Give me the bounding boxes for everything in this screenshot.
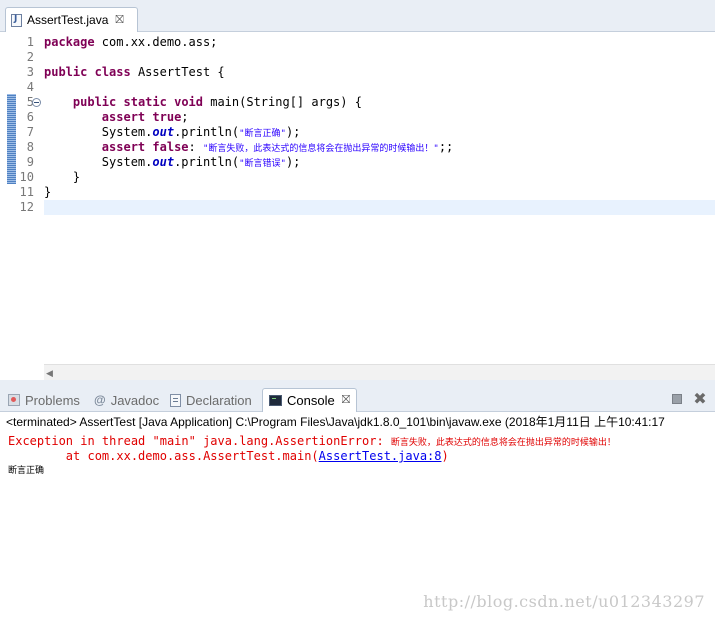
code-line-8: assert false: "断言失败，此表达式的信息将会在抛出异常的时候输出！… xyxy=(101,140,454,154)
code-line-1: package com.xx.demo.ass; xyxy=(44,35,218,49)
stacktrace-link[interactable]: AssertTest.java:8 xyxy=(319,449,442,463)
stop-icon xyxy=(672,394,682,404)
editor-tab-label: AssertTest.java xyxy=(27,13,109,27)
tab-problems-label: Problems xyxy=(25,392,80,408)
change-marker xyxy=(7,94,16,184)
line-number: 7 xyxy=(26,125,34,139)
tab-javadoc-label: Javadoc xyxy=(110,392,160,408)
code-line-9: System.out.println("断言错误"); xyxy=(101,155,301,169)
code-line-5: public static void main(String[] args) { xyxy=(72,95,362,109)
editor-tab-asserttest[interactable]: AssertTest.java ⛝ xyxy=(5,7,138,32)
terminate-button[interactable] xyxy=(670,392,684,406)
line-number: 3 xyxy=(26,65,34,79)
code-area[interactable]: package com.xx.demo.ass; public class As… xyxy=(44,32,715,364)
remove-launch-button[interactable]: ✖ xyxy=(693,389,707,408)
code-line-11: } xyxy=(44,185,52,199)
close-icon[interactable]: ⛝ xyxy=(342,394,350,407)
line-number: 4 xyxy=(26,80,34,94)
tab-declaration-label: Declaration xyxy=(186,392,252,408)
tab-console[interactable]: Console ⛝ xyxy=(262,388,358,412)
code-line-7: System.out.println("断言正确"); xyxy=(101,125,301,139)
console-process-label: <terminated> AssertTest [Java Applicatio… xyxy=(0,412,715,432)
declaration-icon xyxy=(170,393,181,407)
close-icon[interactable]: ⛝ xyxy=(115,14,123,26)
remove-icon: ✖ xyxy=(693,389,707,408)
at-sign-icon: @ xyxy=(94,393,106,407)
line-number: 2 xyxy=(26,50,34,64)
line-number: 12 xyxy=(19,200,34,214)
tab-declaration[interactable]: Declaration xyxy=(170,388,252,412)
line-number: 6 xyxy=(26,110,34,124)
line-number: 1 xyxy=(26,35,34,49)
console-stacktrace-line: at com.xx.demo.ass.AssertTest.main(Asser… xyxy=(8,449,449,463)
horizontal-scrollbar[interactable]: ◀ xyxy=(44,364,715,380)
watermark: http://blog.csdn.net/u012343297 xyxy=(423,592,705,611)
line-number: 9 xyxy=(26,155,34,169)
code-line-6: assert true; xyxy=(101,110,189,124)
code-editor[interactable]: 1 2 3 4 5 6 7 8 9 10 11 12 package com.x… xyxy=(0,32,715,380)
fold-collapse-icon[interactable] xyxy=(32,98,41,107)
line-number: 11 xyxy=(19,185,34,199)
tab-problems[interactable]: Problems xyxy=(8,388,80,412)
editor-tab-bar: AssertTest.java ⛝ xyxy=(0,0,715,32)
console-exception-line: Exception in thread "main" java.lang.Ass… xyxy=(8,434,616,448)
console-output-line: 断言正确 xyxy=(8,466,45,476)
code-line-10: } xyxy=(44,170,81,184)
line-number: 8 xyxy=(26,140,34,154)
problems-icon xyxy=(8,394,20,406)
tab-console-label: Console xyxy=(287,393,335,408)
java-file-icon xyxy=(11,13,22,27)
line-number: 10 xyxy=(19,170,34,184)
overview-ruler xyxy=(0,32,18,364)
console-icon xyxy=(269,395,282,406)
code-line-3: public class AssertTest { xyxy=(44,65,225,79)
current-line-highlight xyxy=(44,200,715,215)
view-tab-bar: Problems @ Javadoc Declaration Console ⛝ xyxy=(0,388,715,412)
view-separator xyxy=(0,380,715,388)
tab-javadoc[interactable]: @ Javadoc xyxy=(94,388,159,412)
scroll-left-icon[interactable]: ◀ xyxy=(46,368,53,379)
line-number-gutter: 1 2 3 4 5 6 7 8 9 10 11 12 xyxy=(18,32,40,364)
